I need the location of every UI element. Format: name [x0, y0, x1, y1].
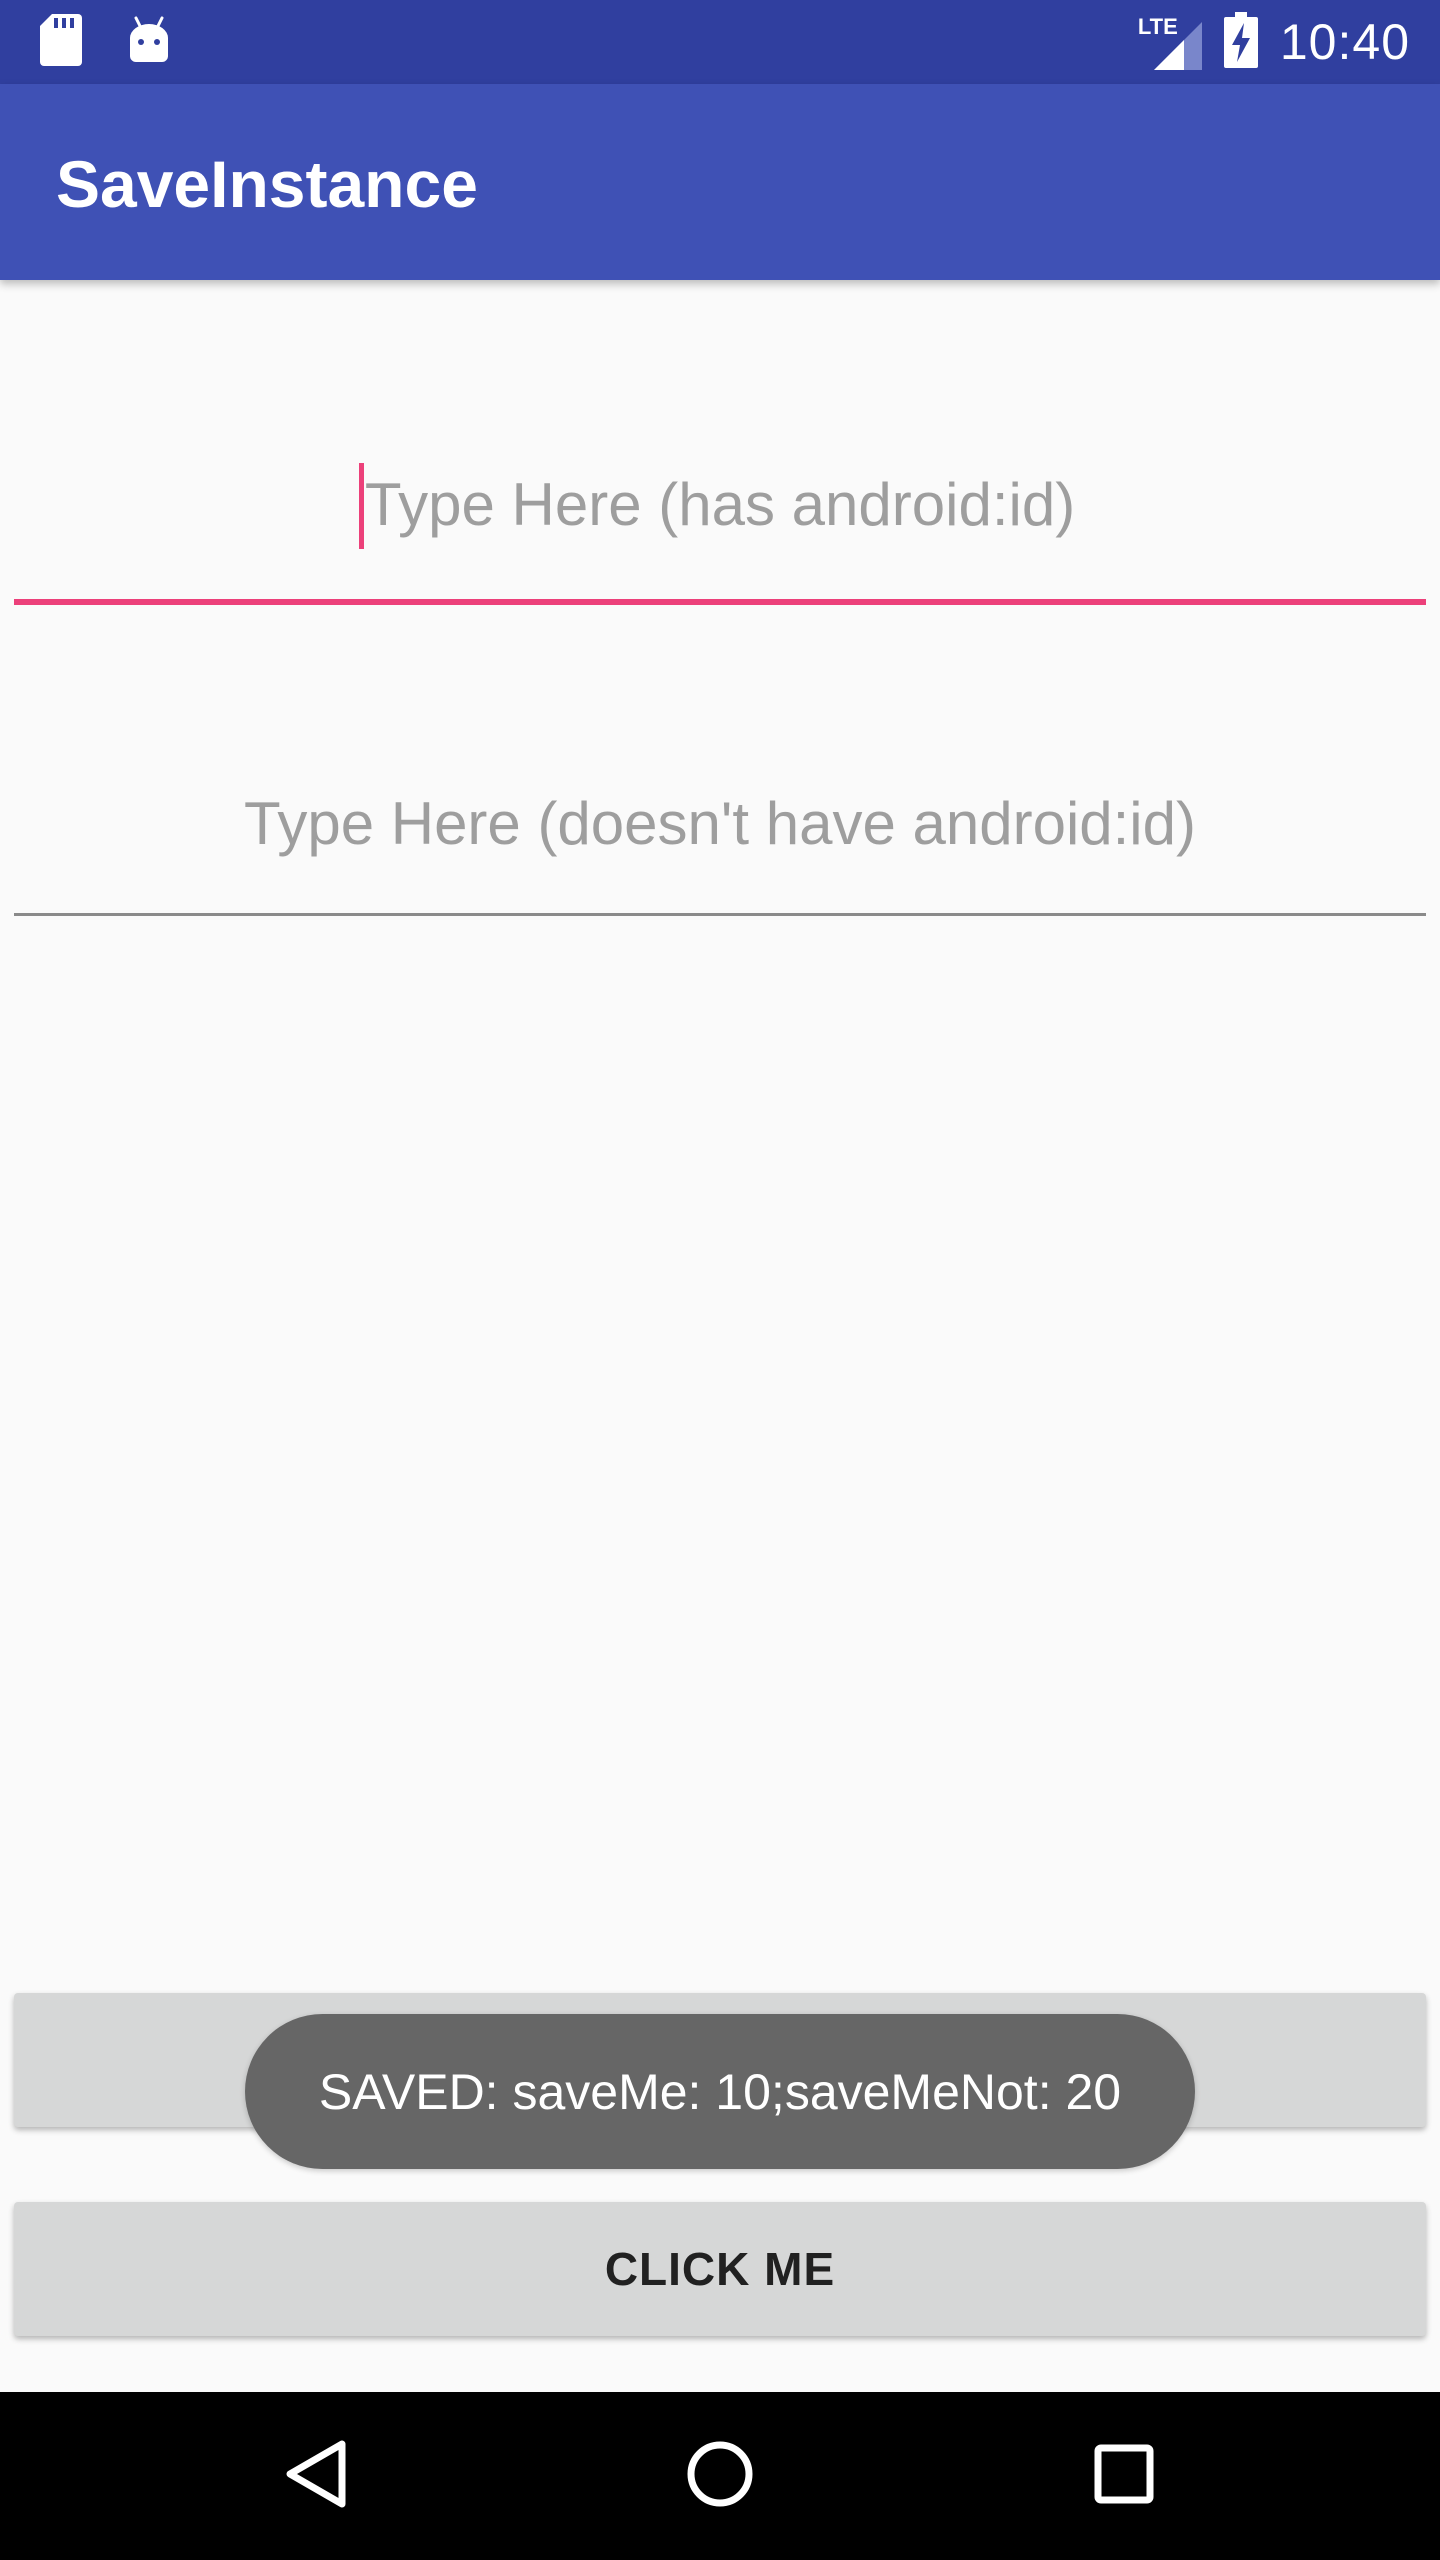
status-bar: LTE 10:40: [0, 0, 1440, 84]
status-left-icons: [40, 14, 172, 71]
edit-text-with-id[interactable]: Type Here (has android:id): [14, 463, 1426, 605]
toast-text: SAVED: saveMe: 10;saveMeNot: 20: [318, 2063, 1122, 2120]
status-time: 10:40: [1279, 14, 1410, 70]
toast-message: SAVED: saveMe: 10;saveMeNot: 20: [245, 2014, 1195, 2169]
edit-text-with-id-placeholder: Type Here (has android:id): [358, 463, 1076, 549]
navigation-bar: [0, 2392, 1440, 2560]
home-icon: [685, 2439, 755, 2514]
android-icon: [126, 16, 172, 69]
app-title: SaveInstance: [56, 147, 478, 221]
status-right-icons: LTE 10:40: [1138, 0, 1410, 84]
edit-text-without-id-underline: [14, 913, 1426, 916]
back-icon: [284, 2439, 348, 2514]
click-me-button[interactable]: CLICK ME: [14, 2202, 1426, 2336]
home-button[interactable]: [640, 2392, 800, 2560]
sd-card-icon: [40, 14, 82, 71]
battery-charging-icon: [1223, 11, 1258, 73]
screen: LTE 10:40 SaveInstance Type Here (has an…: [0, 0, 1440, 2560]
app-bar: SaveInstance: [0, 84, 1440, 280]
edit-text-with-id-underline: [14, 599, 1426, 605]
signal-icon: LTE: [1138, 14, 1202, 70]
edit-text-with-id-hint: Type Here (has android:id): [364, 471, 1076, 538]
edit-text-without-id-hint: Type Here (doesn't have android:id): [243, 790, 1196, 857]
edit-text-without-id[interactable]: Type Here (doesn't have android:id): [14, 784, 1426, 916]
text-cursor: [358, 463, 364, 549]
recents-icon: [1094, 2444, 1154, 2509]
recents-button[interactable]: [1044, 2392, 1204, 2560]
back-button[interactable]: [236, 2392, 396, 2560]
